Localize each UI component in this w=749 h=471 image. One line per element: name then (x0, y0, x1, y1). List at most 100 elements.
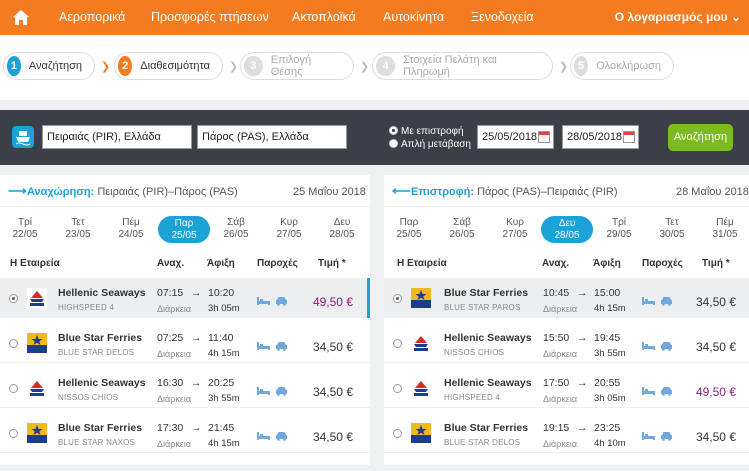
calendar-icon[interactable] (623, 131, 635, 143)
col-arrival: Άφιξη (207, 258, 235, 269)
search-button[interactable]: Αναζήτηση (668, 124, 733, 151)
one-way-option[interactable]: Απλή μετάβαση (389, 139, 471, 150)
inbound-title: Επιστροφή: Πάρος (PAS)–Πειραιάς (PIR) (411, 186, 618, 198)
day-option[interactable]: Τρί 29/05 (594, 217, 644, 241)
day-option[interactable]: Σάβ 26/05 (211, 217, 261, 241)
select-radio[interactable] (393, 294, 402, 303)
result-row[interactable]: Blue Star Ferries BLUE STAR NAXOS 17:30 → 21… (0, 413, 370, 453)
day-name: Παρ (174, 218, 194, 229)
departure-date-input[interactable]: 25/05/2018 (477, 125, 554, 149)
outbound-panel: ⟶ Αναχώρηση: Πειραιάς (PIR)–Πάρος (PAS) … (0, 175, 370, 465)
result-row[interactable]: Blue Star Ferries BLUE STAR PAROS 10:45 → 15… (384, 278, 749, 318)
day-date: 27/05 (276, 229, 302, 240)
outbound-day-selector: Τρί 22/05 Τετ 23/05 Πέμ 24/05 Παρ 25/05 Σάβ 2… (0, 213, 370, 249)
result-row[interactable]: Blue Star Ferries BLUE STAR DELOS 07:25 → 11… (0, 323, 370, 363)
departure-date-value: 25/05/2018 (482, 131, 538, 143)
step-search[interactable]: 1 Αναζήτηση (3, 52, 95, 80)
result-row[interactable]: Hellenic Seaways NISSOS CHIOS 15:50 → 19:45 Δ… (384, 323, 749, 363)
result-row[interactable]: Blue Star Ferries BLUE STAR DELOS 19:15 → 23… (384, 413, 749, 453)
radio-button[interactable] (389, 139, 398, 148)
day-option[interactable]: Τρί 22/05 (0, 217, 50, 241)
day-name: Τετ (71, 217, 85, 228)
select-radio[interactable] (9, 384, 18, 393)
radio-button[interactable] (389, 126, 398, 135)
day-name: Τετ (665, 217, 679, 228)
account-menu[interactable]: Ο λογαριασμός μου ⌄ (615, 10, 741, 24)
day-option[interactable]: Σάβ 26/05 (437, 217, 487, 241)
day-name: Πέμ (716, 217, 734, 228)
price: 49,50 € (695, 385, 736, 399)
hellenic-seaways-logo-icon (27, 378, 47, 398)
duration-label: Διάρκεια (543, 349, 578, 359)
inbound-route: Πάρος (PAS)–Πειραιάς (PIR) (477, 186, 618, 198)
day-option[interactable]: Κυρ 27/05 (264, 217, 314, 241)
arrival-time: 20:25 (208, 377, 235, 389)
select-radio[interactable] (9, 339, 18, 348)
car-icon (276, 432, 287, 441)
day-name: Κυρ (280, 217, 298, 228)
result-row[interactable]: Hellenic Seaways HIGHSPEED 4 17:50 → 20:55 Δι… (384, 368, 749, 408)
calendar-icon[interactable] (538, 131, 550, 143)
vessel-name: NISSOS CHIOS (58, 393, 119, 402)
departure-time: 07:15 (157, 287, 184, 299)
select-radio[interactable] (393, 384, 402, 393)
select-radio[interactable] (9, 429, 18, 438)
nav-flight-offers[interactable]: Προσφορές πτήσεων (151, 10, 269, 24)
result-row[interactable]: Hellenic Seaways NISSOS CHIOS 16:30 → 20:25 Δ… (0, 368, 370, 408)
result-row[interactable]: Hellenic Seaways HIGHSPEED 4 07:15 → 10:20 Δι… (0, 278, 370, 318)
nav-ferries[interactable]: Ακτοπλοϊκά (292, 10, 356, 24)
arrival-time: 19:45 (594, 332, 621, 344)
outbound-title: Αναχώρηση: Πειραιάς (PIR)–Πάρος (PAS) (27, 186, 238, 198)
price: 34,50 € (695, 340, 736, 354)
day-option-selected[interactable]: Παρ 25/05 (158, 216, 210, 243)
departure-time: 15:50 (543, 332, 570, 344)
company-name: Blue Star Ferries (58, 422, 143, 434)
inbound-day-selector: Παρ 25/05 Σάβ 26/05 Κυρ 27/05 Δευ 28/05 Τρί 2… (384, 213, 749, 249)
car-icon (276, 342, 287, 351)
select-radio[interactable] (393, 339, 402, 348)
day-option[interactable]: Τετ 30/05 (647, 217, 697, 241)
arrow-right-icon: → (577, 287, 588, 299)
nav-flights[interactable]: Αεροπορικά (59, 10, 125, 24)
return-trip-option[interactable]: Με επιστροφή (389, 126, 464, 137)
bed-icon (642, 342, 655, 350)
day-option[interactable]: Δευ 28/05 (317, 217, 367, 241)
home-icon[interactable] (12, 9, 30, 26)
departure-time: 16:30 (157, 377, 184, 389)
day-option[interactable]: Πέμ 24/05 (106, 217, 156, 241)
to-port-input[interactable]: Πάρος (PAS), Ελλάδα (197, 125, 347, 149)
chevron-right-icon: ❯ (229, 61, 239, 73)
day-option[interactable]: Τετ 23/05 (53, 217, 103, 241)
arrival-time: 21:45 (208, 422, 235, 434)
company-name: Hellenic Seaways (58, 287, 146, 299)
nav-hotels[interactable]: Ξενοδοχεία (471, 10, 534, 24)
day-date: 28/05 (329, 229, 355, 240)
col-departure: Αναχ. (157, 258, 185, 269)
duration-value: 3h 55m (594, 348, 626, 359)
step-label: Στοιχεία Πελάτη και Πληρωμή (403, 54, 497, 78)
day-option[interactable]: Κυρ 27/05 (490, 217, 540, 241)
duration-value: 3h 55m (208, 393, 240, 404)
nav-cars[interactable]: Αυτοκίνητα (383, 10, 444, 24)
return-date-input[interactable]: 28/05/2018 (562, 125, 639, 149)
step-availability[interactable]: 2 Διαθεσιμότητα (114, 52, 223, 80)
car-icon (661, 387, 672, 396)
price-asterisk: * (341, 258, 346, 269)
car-icon (661, 432, 672, 441)
day-date: 29/05 (606, 229, 632, 240)
booking-steps: 1 Αναζήτηση ❯ 2 Διαθεσιμότητα ❯ 3 Επιλογ… (0, 35, 749, 100)
chevron-right-icon: ❯ (101, 61, 111, 73)
day-date: 30/05 (659, 229, 685, 240)
duration-value: 4h 10m (594, 438, 626, 449)
day-option-selected[interactable]: Δευ 28/05 (541, 216, 593, 243)
day-option[interactable]: Παρ 25/05 (384, 217, 434, 241)
day-date: 26/05 (223, 229, 249, 240)
day-option[interactable]: Πέμ 31/05 (700, 217, 749, 241)
select-radio[interactable] (9, 294, 18, 303)
company-name: Hellenic Seaways (444, 332, 532, 344)
from-port-input[interactable]: Πειραιάς (PIR), Ελλάδα (42, 125, 192, 149)
step-completion: 5 Ολοκλήρωση (570, 52, 674, 80)
select-radio[interactable] (393, 429, 402, 438)
one-way-label: Απλή μετάβαση (401, 139, 471, 150)
arrow-left-icon: ⟵ (392, 183, 411, 198)
